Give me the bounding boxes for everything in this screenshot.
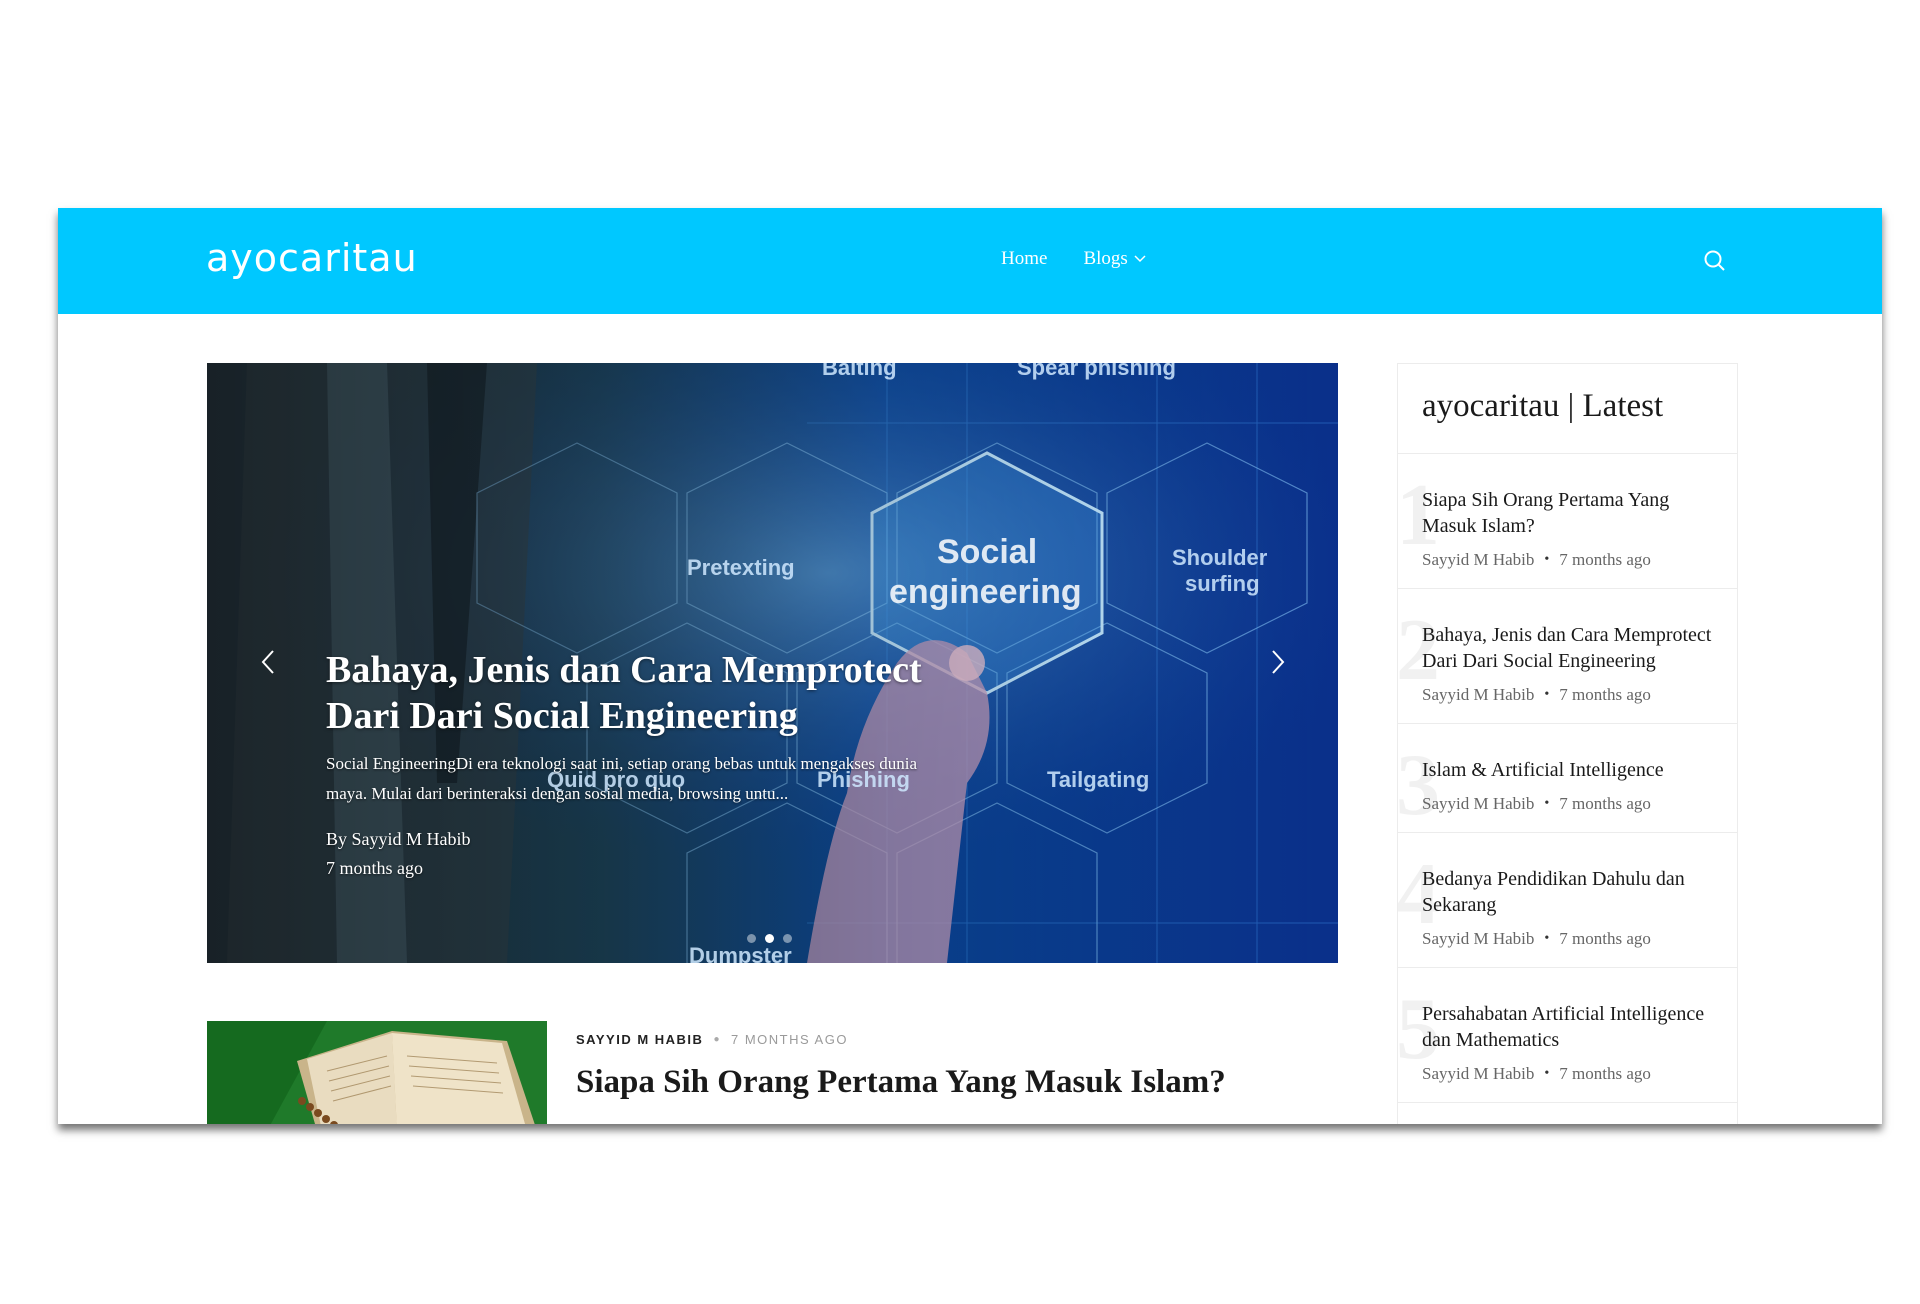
main-nav: Home Blogs xyxy=(1001,248,1146,270)
latest-item-author[interactable]: Sayyid M Habib xyxy=(1422,929,1534,949)
latest-item-time: 7 months ago xyxy=(1559,685,1651,704)
label-spear-phishing: Spear phishing xyxy=(1017,363,1176,380)
label-engineering: engineering xyxy=(889,573,1082,611)
latest-item-time: 7 months ago xyxy=(1559,1064,1651,1083)
latest-item-time: 7 months ago xyxy=(1559,550,1651,569)
meta-bullet: • xyxy=(1544,552,1550,567)
hero-author[interactable]: By Sayyid M Habib xyxy=(326,829,471,850)
latest-item-meta: Sayyid M Habib • 7 months ago xyxy=(1422,550,1713,570)
latest-item[interactable]: 3 Islam & Artificial Intelligence Sayyid… xyxy=(1398,724,1737,833)
slider-dot-1[interactable] xyxy=(747,934,756,943)
label-tailgating: Tailgating xyxy=(1047,767,1149,792)
post-thumbnail[interactable] xyxy=(207,1021,547,1124)
nav-blogs-label: Blogs xyxy=(1083,248,1128,269)
latest-item-meta: Sayyid M Habib • 7 months ago xyxy=(1422,794,1713,814)
latest-item[interactable]: 5 Persahabatan Artificial Intelligence d… xyxy=(1398,968,1737,1103)
nav-home-label: Home xyxy=(1001,248,1048,269)
latest-item-author[interactable]: Sayyid M Habib xyxy=(1422,1064,1534,1084)
latest-item-time: 7 months ago xyxy=(1559,794,1651,813)
meta-bullet: • xyxy=(1544,796,1550,811)
latest-item[interactable]: 1 Siapa Sih Orang Pertama Yang Masuk Isl… xyxy=(1398,454,1737,589)
latest-item-title[interactable]: Bedanya Pendidikan Dahulu dan Sekarang xyxy=(1422,866,1713,918)
latest-item-title[interactable]: Bahaya, Jenis dan Cara Memprotect Dari D… xyxy=(1422,622,1713,674)
latest-item[interactable]: 2 Bahaya, Jenis dan Cara Memprotect Dari… xyxy=(1398,589,1737,724)
latest-sidebar: ayocaritau | Latest 1 Siapa Sih Orang Pe… xyxy=(1397,363,1738,1124)
latest-item-time: 7 months ago xyxy=(1559,929,1651,948)
quran-image xyxy=(207,1021,547,1124)
latest-item-title[interactable]: Islam & Artificial Intelligence xyxy=(1422,757,1713,783)
nav-blogs-dropdown[interactable]: Blogs xyxy=(1083,248,1146,270)
latest-item-author[interactable]: Sayyid M Habib xyxy=(1422,794,1534,814)
latest-item-title[interactable]: Siapa Sih Orang Pertama Yang Masuk Islam… xyxy=(1422,487,1713,539)
hero-excerpt: Social EngineeringDi era teknologi saat … xyxy=(326,754,918,803)
label-pretexting: Pretexting xyxy=(687,555,795,580)
meta-separator: ● xyxy=(713,1034,721,1045)
label-shoulder: Shoulder xyxy=(1172,545,1268,570)
post-author[interactable]: SAYYID M HABIB xyxy=(576,1032,703,1047)
slider-dot-2[interactable] xyxy=(765,934,774,943)
nav-home-link[interactable]: Home xyxy=(1001,248,1047,270)
chevron-down-icon xyxy=(1134,255,1146,263)
site-logo[interactable]: ayocaritau xyxy=(206,232,418,292)
latest-item-author[interactable]: Sayyid M Habib xyxy=(1422,550,1534,570)
slider-dots xyxy=(747,934,792,943)
slider-dot-3[interactable] xyxy=(783,934,792,943)
hero-slider[interactable]: Baiting Spear phishing Pretexting Social… xyxy=(207,363,1338,963)
sidebar-title: ayocaritau | Latest xyxy=(1398,364,1737,454)
latest-item-meta: Sayyid M Habib • 7 months ago xyxy=(1422,929,1713,949)
label-dumpster: Dumpster xyxy=(689,943,792,963)
browser-page-frame: ayocaritau Home Blogs Baiting Spear phis… xyxy=(58,208,1882,1124)
post-meta: SAYYID M HABIB ● 7 MONTHS AGO xyxy=(576,1032,848,1047)
meta-bullet: • xyxy=(1544,931,1550,946)
latest-item-meta: Sayyid M Habib • 7 months ago xyxy=(1422,1064,1713,1084)
label-social: Social xyxy=(937,533,1037,571)
hero-title[interactable]: Bahaya, Jenis dan Cara Memprotect Dari D… xyxy=(326,647,946,739)
search-icon[interactable] xyxy=(1702,248,1728,274)
latest-item-author[interactable]: Sayyid M Habib xyxy=(1422,685,1534,705)
top-navbar: ayocaritau Home Blogs xyxy=(58,208,1882,314)
latest-item-title[interactable]: Persahabatan Artificial Intelligence dan… xyxy=(1422,1001,1713,1053)
label-baiting: Baiting xyxy=(822,363,897,380)
latest-item-number: 3 xyxy=(1398,737,1440,833)
hero-time: 7 months ago xyxy=(326,858,423,878)
meta-bullet: • xyxy=(1544,1066,1550,1081)
label-surfing: surfing xyxy=(1185,571,1260,596)
slider-prev-arrow[interactable] xyxy=(257,647,279,677)
latest-item-meta: Sayyid M Habib • 7 months ago xyxy=(1422,685,1713,705)
post-title[interactable]: Siapa Sih Orang Pertama Yang Masuk Islam… xyxy=(576,1064,1226,1101)
latest-item[interactable]: 4 Bedanya Pendidikan Dahulu dan Sekarang… xyxy=(1398,833,1737,968)
meta-bullet: • xyxy=(1544,687,1550,702)
post-time: 7 MONTHS AGO xyxy=(730,1032,848,1047)
slider-next-arrow[interactable] xyxy=(1267,647,1289,677)
